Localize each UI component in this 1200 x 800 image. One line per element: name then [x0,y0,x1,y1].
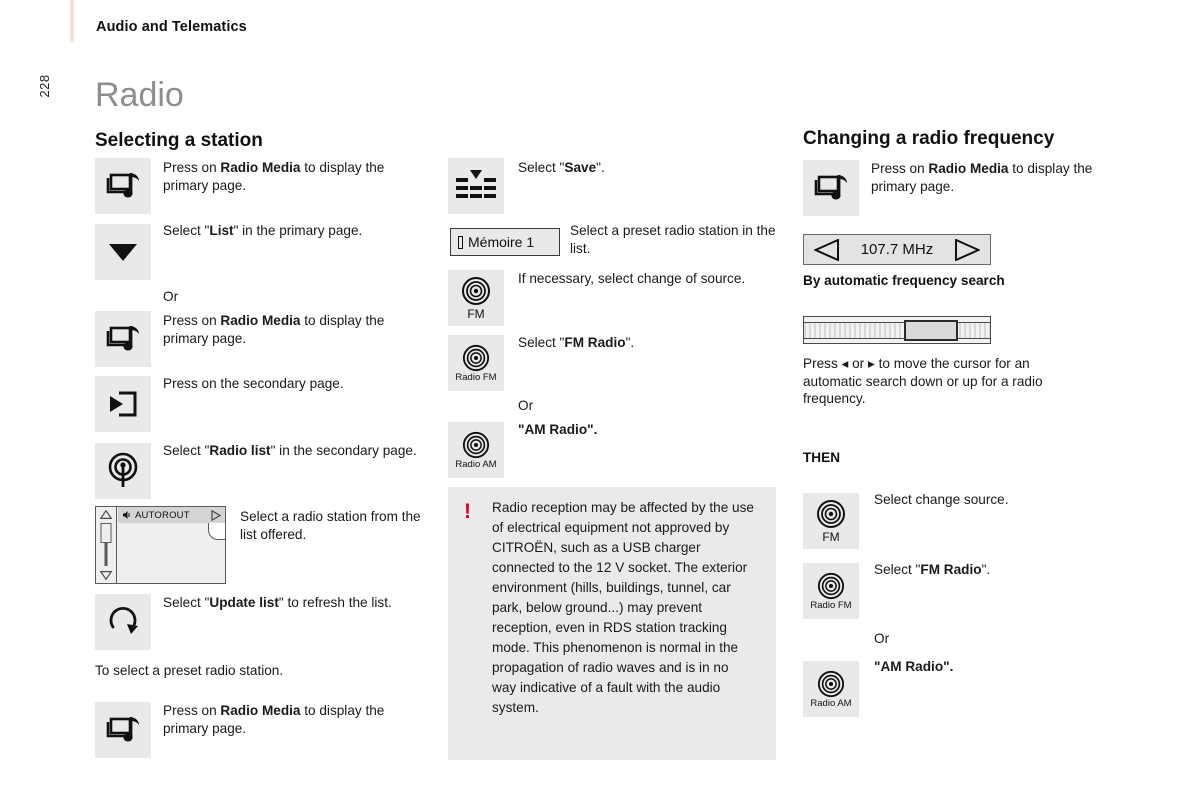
memoire-label: Mémoire 1 [468,234,535,250]
triangle-down-icon [109,244,137,261]
step-text-update-list: Select "Update list" to refresh the list… [163,595,392,610]
step-text-radio-media-1: Press on Radio Media to display the prim… [163,160,385,193]
auto-search-subheading: By automatic frequency search [803,273,1005,288]
radio-am-label: Radio AM [455,458,497,470]
tuner-scale [804,322,990,339]
manual-page: Audio and Telematics 228 Radio Selecting… [0,0,1200,800]
antenna-icon [108,452,138,487]
fm-label: FM [467,307,485,321]
tuner-instruction-text: Press ◂ or ▸ to move the cursor for an a… [803,356,1043,406]
media-note-icon [106,326,139,351]
list-dropdown-icon[interactable] [95,224,151,280]
chevron-right-icon[interactable] [210,510,222,521]
arrow-into-box-icon [110,391,137,417]
section-heading-changing: Changing a radio frequency [803,128,1055,149]
page-number: 228 [37,74,52,98]
preset-bar-icon [458,235,463,249]
speaker-icon [123,511,130,519]
breadcrumb: Audio and Telematics [96,19,247,35]
warning-callout: ! Radio reception may be affected by the… [448,487,776,760]
step-text-radio-media-4: Press on Radio Media to display the prim… [871,161,1093,194]
tuner-cursor[interactable] [904,320,958,341]
step-text-change-source-2: Select change source. [874,492,1009,507]
step-text-fm-radio-2: Select "FM Radio". [874,562,991,577]
step-text-radio-media-3: Press on Radio Media to display the prim… [163,703,385,736]
radio-waves-icon [817,572,845,599]
step-text-am-radio-2: "AM Radio". [874,659,954,674]
step-text-radio-media-2: Press on Radio Media to display the prim… [163,313,385,346]
step-text-preset-station: Select a preset radio station in the lis… [570,223,776,256]
scroll-down-icon[interactable] [100,571,112,580]
station-list-item[interactable]: AUTOROUT [118,507,225,523]
radio-fm-label: Radio FM [455,371,497,383]
radio-waves-icon [462,344,490,371]
fm-label-2: FM [822,530,840,544]
radio-waves-icon [462,431,490,458]
station-list-widget[interactable]: AUTOROUT [95,506,226,584]
or-label-3: Or [874,631,890,646]
radio-am-icon-button-2[interactable]: Radio AM [803,661,859,717]
then-label: THEN [803,450,841,465]
radio-media-icon[interactable] [95,158,151,214]
radio-list-icon[interactable] [95,443,151,499]
section-heading-selecting: Selecting a station [95,130,263,151]
or-label-2: Or [518,398,534,413]
save-icon-button[interactable] [448,158,504,214]
fm-source-icon-button-2[interactable]: FM [803,493,859,549]
radio-am-icon-button[interactable]: Radio AM [448,422,504,478]
radio-waves-icon [817,500,845,528]
step-text-radio-list: Select "Radio list" in the secondary pag… [163,443,417,458]
header-accent-rule [70,0,74,42]
step-text-fm-radio: Select "FM Radio". [518,335,635,350]
step-text-select-station: Select a radio station from the list off… [240,509,421,542]
fm-source-icon-button[interactable]: FM [448,270,504,326]
scrollbar-thumb[interactable] [100,523,112,543]
step-text-select-list: Select "List" in the primary page. [163,223,363,238]
media-note-icon [106,173,139,198]
prev-frequency-icon[interactable] [814,238,840,261]
next-frequency-icon[interactable] [954,238,980,261]
frequency-stepper[interactable]: 107.7 MHz [803,234,991,265]
save-grid-icon [456,170,496,198]
refresh-icon [109,606,138,634]
radio-fm-label-2: Radio FM [810,599,852,611]
radio-am-label-2: Radio AM [810,697,852,709]
update-list-icon[interactable] [95,594,151,650]
page-title: Radio [95,76,184,114]
preset-station-note: To select a preset radio station. [95,663,284,678]
radio-fm-icon-button-2[interactable]: Radio FM [803,563,859,619]
radio-waves-icon [817,670,845,697]
radio-media-icon-3[interactable] [95,702,151,758]
frequency-value: 107.7 MHz [860,241,934,258]
radio-media-icon-4[interactable] [803,160,859,216]
frequency-tuner-bar[interactable] [803,316,991,344]
step-text-change-source: If necessary, select change of source. [518,271,746,286]
station-name: AUTOROUT [135,509,190,521]
media-note-icon [106,717,139,742]
radio-media-icon-2[interactable] [95,311,151,367]
media-note-icon [814,175,847,200]
warning-text: Radio reception may be affected by the u… [492,500,754,715]
scrollbar[interactable] [96,507,117,583]
step-text-secondary-page: Press on the secondary page. [163,376,344,391]
secondary-page-icon[interactable] [95,376,151,432]
radio-fm-icon-button[interactable]: Radio FM [448,335,504,391]
radio-waves-icon [462,277,490,305]
list-fold-corner [208,523,225,540]
memoire-preset-button[interactable]: Mémoire 1 [450,228,560,256]
warning-icon: ! [464,500,471,523]
scroll-up-icon[interactable] [100,510,112,519]
step-text-save: Select "Save". [518,160,605,175]
or-label-1: Or [163,289,179,304]
step-text-am-radio: "AM Radio". [518,422,598,437]
